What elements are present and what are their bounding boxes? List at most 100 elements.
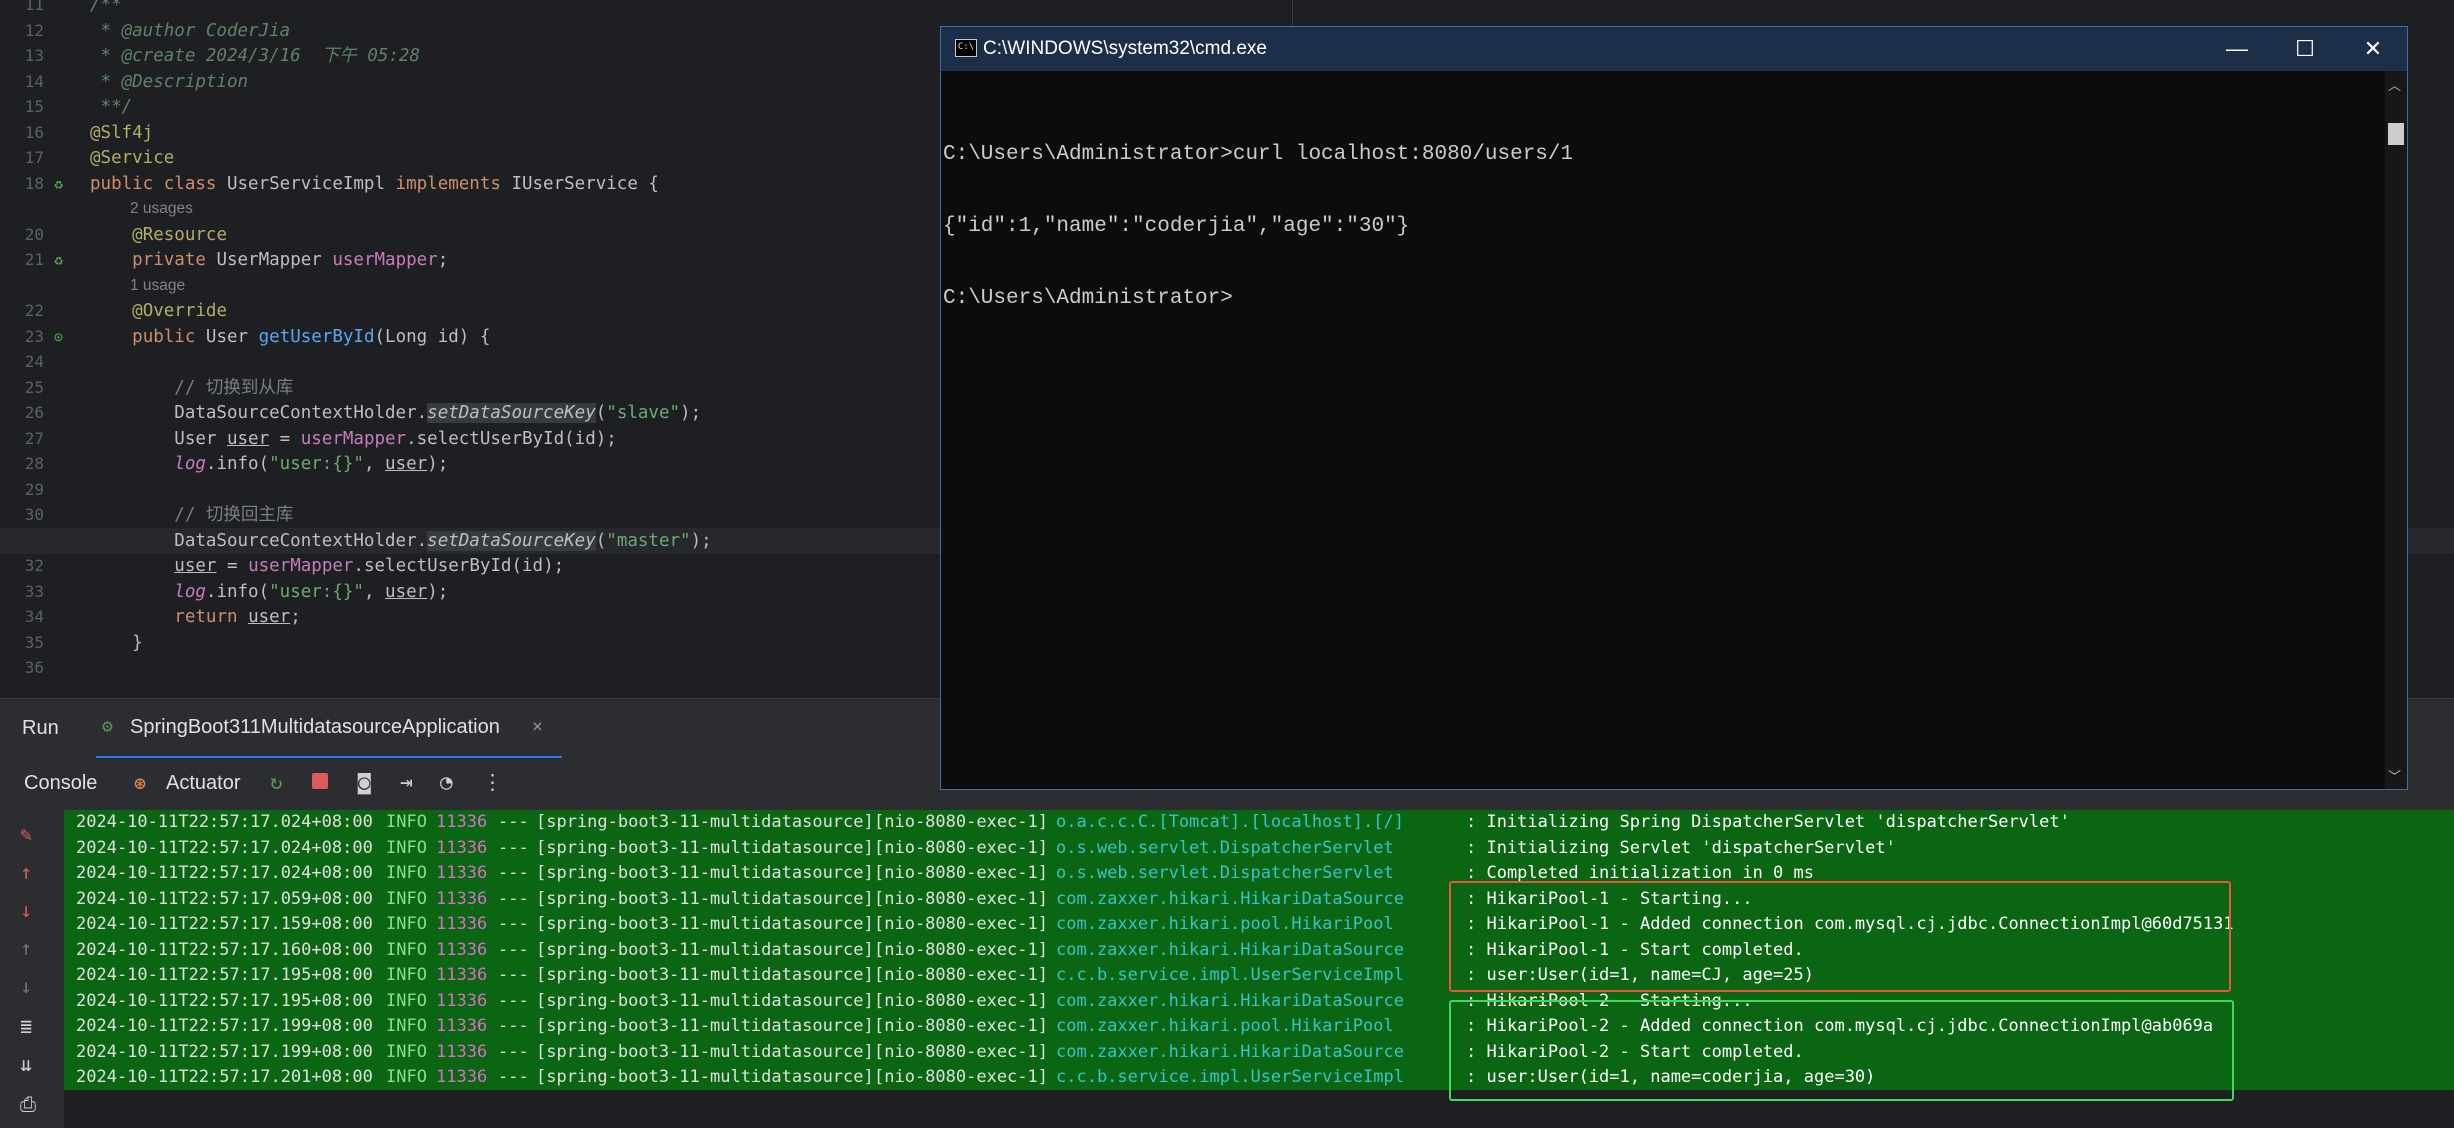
log-level: INFO [386,1041,427,1062]
scroll-to-end-icon[interactable]: ⇊ [20,1052,32,1076]
code-text: DataSourceContextHolder.setDataSourceKey… [90,403,702,423]
gutter-row: 25 [0,375,84,401]
log-app-name: [spring-boot3-11-multidatasource] [536,837,874,858]
print-icon[interactable]: ⎙ [20,1092,36,1116]
log-separator: --- [498,863,529,883]
up-arrow-icon[interactable]: ↑ [20,860,32,884]
log-pid: 11336 [436,939,488,960]
log-timestamp: 2024-10-11T22:57:17.195+08:00 [76,965,373,985]
log-timestamp: 2024-10-11T22:57:17.160+08:00 [76,939,373,960]
scroll-down-arrow-icon[interactable]: ﹀ [2388,766,2401,785]
gutter-row: 12 [0,18,84,44]
tab-actuator[interactable]: Actuator [166,772,240,795]
log-logger: o.s.web.servlet.DispatcherServlet [1056,837,1394,858]
cmd-window-title: C:\WINDOWS\system32\cmd.exe [983,38,1267,59]
profiler-icon[interactable]: ◔ [440,770,453,794]
camera-icon[interactable]: ◙ [358,770,371,794]
gutter-row: 27 [0,426,84,452]
log-thread: [nio-8080-exec-1] [874,939,1048,960]
usages-inlay-hint[interactable]: 2 usages [130,196,193,222]
line-number: 32 [24,556,44,575]
log-app-name: [spring-boot3-11-multidatasource] [536,888,874,909]
exit-icon[interactable]: ⇥ [400,770,413,794]
scroll-up-icon[interactable]: ↑ [20,936,32,960]
cmd-output[interactable]: C:\Users\Administrator>curl localhost:80… [943,95,2385,359]
code-text: @Override [132,301,227,321]
code-text: log.info("user:{}", user); [174,581,449,602]
gutter-row: 16 [0,120,84,146]
log-pid: 11336 [436,914,488,934]
cmd-titlebar[interactable]: C:\ C:\WINDOWS\system32\cmd.exe — ☐ ✕ [941,27,2407,71]
line-number: 25 [24,377,44,397]
scroll-down-icon[interactable]: ↓ [20,974,32,998]
close-tab-icon[interactable]: × [532,716,543,737]
gutter-navigation-icon[interactable]: ♻ [54,171,63,197]
log-line: 2024-10-11T22:57:17.024+08:00 INFO 11336 [s… [64,836,2454,862]
code-text: public class UserServiceImpl implements … [90,173,659,194]
line-number-gutter: 11 12 13 14 15 16 17 18 ♻ 20 21 ♻ 22 23 ⊙ 24 25 26 27 28 29 3… [0,0,84,698]
soft-wrap-icon[interactable]: ≣ [20,1014,32,1038]
gutter-row: 30 [0,502,84,528]
log-app-name: [spring-boot3-11-multidatasource] [536,914,874,934]
gutter-row: 11 [0,0,84,18]
log-thread: [nio-8080-exec-1] [874,990,1048,1011]
gutter-navigation-icon[interactable]: ♻ [54,247,63,273]
log-level: INFO [386,939,427,960]
gutter-navigation-icon[interactable]: ⊙ [54,324,63,350]
log-app-name: [spring-boot3-11-multidatasource] [536,1016,874,1036]
log-timestamp: 2024-10-11T22:57:17.199+08:00 [76,1016,373,1036]
log-timestamp: 2024-10-11T22:57:17.024+08:00 [76,863,373,883]
log-separator: --- [498,990,529,1011]
log-separator: --- [498,888,529,909]
cmd-scrollbar[interactable]: ︿ ﹀ [2385,71,2407,789]
code-text: /** [90,0,122,15]
run-config-tab[interactable]: ⚙ SpringBoot311MultidatasourceApplicatio… [96,699,562,759]
gutter-row: 24 [0,349,84,375]
log-logger: com.zaxxer.hikari.pool.HikariPool [1056,914,1394,934]
gutter-row: 13 [0,43,84,69]
code-text: @Resource [132,224,227,245]
log-logger: c.c.b.service.impl.UserServiceImpl [1056,1067,1404,1087]
down-arrow-icon[interactable]: ↓ [20,898,32,922]
log-app-name: [spring-boot3-11-multidatasource] [536,990,874,1011]
code-text: user = userMapper.selectUserById(id); [174,556,565,576]
gutter-row: 20 [0,222,84,248]
scroll-up-arrow-icon[interactable]: ︿ [2388,75,2401,94]
line-number: 12 [24,20,44,40]
code-text: // 切换回主库 [174,505,294,525]
gutter-row: 28 [0,451,84,477]
line-number: 24 [24,352,44,371]
log-app-name: [spring-boot3-11-multidatasource] [536,812,874,832]
gutter-row: 22 [0,298,84,324]
log-logger: o.a.c.c.C.[Tomcat].[localhost].[/] [1056,812,1404,832]
scrollbar-thumb[interactable] [2388,123,2404,145]
tab-console[interactable]: Console [24,772,97,795]
log-logger: com.zaxxer.hikari.pool.HikariPool [1056,1016,1394,1036]
gutter-row: 29 [0,477,84,503]
stop-icon[interactable] [312,770,328,794]
cmd-window[interactable]: C:\ C:\WINDOWS\system32\cmd.exe — ☐ ✕ C:… [940,26,2408,790]
close-window-button[interactable]: ✕ [2339,27,2407,71]
gutter-row: 21 ♻ [0,247,84,273]
code-line[interactable]: /** [84,0,2454,18]
maximize-button[interactable]: ☐ [2271,27,2339,71]
usages-inlay-hint[interactable]: 1 usage [130,273,185,299]
more-options-icon[interactable]: ⋮ [482,770,503,794]
line-number: 35 [24,632,44,652]
log-thread: [nio-8080-exec-1] [874,1041,1048,1062]
line-number: 36 [24,658,44,677]
code-text: log.info("user:{}", user); [174,454,449,474]
log-level: INFO [386,1067,427,1087]
gutter-row: 26 [0,400,84,426]
log-level: INFO [386,990,427,1011]
log-timestamp: 2024-10-11T22:57:17.024+08:00 [76,837,373,858]
line-number: 26 [24,403,44,422]
gutter-row: 34 [0,604,84,630]
clear-console-icon[interactable]: ✎ [20,822,32,846]
minimize-button[interactable]: — [2203,27,2271,71]
log-level: INFO [386,965,427,985]
rerun-icon[interactable]: ↻ [270,770,283,794]
log-message: : Initializing Spring DispatcherServlet … [1466,812,2070,832]
log-line: 2024-10-11T22:57:17.024+08:00 INFO 11336 [s… [64,810,2454,836]
code-text: public User getUserById(Long id) { [132,326,491,347]
